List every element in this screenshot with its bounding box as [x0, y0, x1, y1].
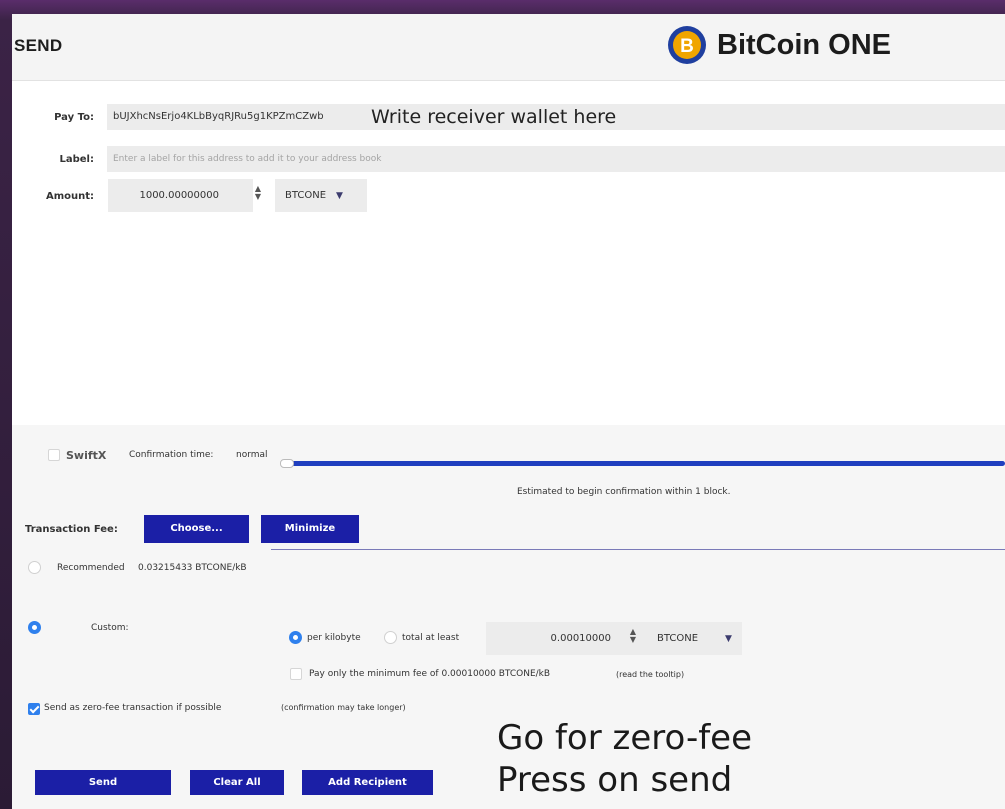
recommended-fee-radio[interactable]: [28, 561, 41, 574]
choose-fee-button[interactable]: Choose...: [144, 515, 249, 543]
swiftx-label: SwiftX: [66, 449, 107, 462]
minimum-fee-note: (read the tooltip): [616, 670, 685, 679]
page-header: SEND B BitCoin ONE: [12, 14, 1005, 81]
brand-name: BitCoin ONE: [717, 28, 891, 61]
fee-divider: [271, 549, 1005, 550]
recipient-form: Pay To: bUJXhcNsErjo4KLbByqRJRu5g1KPZmCZ…: [12, 81, 1005, 425]
custom-fee-radio[interactable]: [28, 621, 41, 634]
custom-fee-unit-value: BTCONE: [657, 633, 699, 644]
amount-unit-value: BTCONE: [285, 190, 327, 201]
pay-to-address: bUJXhcNsErjo4KLbByqRJRu5g1KPZmCZwb: [113, 111, 324, 122]
per-kilobyte-label: per kilobyte: [307, 633, 361, 643]
minimum-fee-checkbox[interactable]: [290, 668, 302, 680]
pay-to-label: Pay To:: [54, 112, 94, 123]
annotation-line-2: Press on send: [497, 760, 733, 800]
custom-fee-stepper-icon[interactable]: ▲ ▼: [628, 628, 638, 648]
send-panel: SEND B BitCoin ONE Pay To: bUJXhcNsErjo4…: [12, 14, 1005, 809]
confirmation-time-value: normal: [236, 450, 268, 460]
amount-label: Amount:: [45, 191, 94, 202]
clear-all-button[interactable]: Clear All: [190, 770, 284, 795]
confirmation-slider-handle[interactable]: [280, 459, 294, 468]
amount-input[interactable]: 1000.00000000: [108, 179, 253, 212]
zero-fee-checkbox[interactable]: [28, 703, 40, 715]
confirmation-slider[interactable]: [286, 461, 1005, 466]
total-at-least-label: total at least: [402, 633, 460, 643]
label-field-label: Label:: [59, 154, 95, 165]
confirmation-time-label: Confirmation time:: [129, 450, 214, 460]
add-recipient-button[interactable]: Add Recipient: [302, 770, 433, 795]
svg-text:B: B: [680, 36, 694, 57]
annotation-line-1: Go for zero-fee: [497, 718, 753, 758]
custom-fee-label: Custom:: [91, 623, 129, 633]
pay-to-hint: Write receiver wallet here: [371, 106, 617, 128]
recommended-fee-value: 0.03215433 BTCONE/kB: [138, 563, 247, 573]
page-title: SEND: [14, 36, 63, 55]
amount-unit-select[interactable]: BTCONE: [275, 179, 367, 212]
zero-fee-note: (confirmation may take longer): [281, 703, 406, 712]
zero-fee-label: Send as zero-fee transaction if possible: [44, 703, 222, 713]
send-button[interactable]: Send: [35, 770, 171, 795]
total-at-least-radio[interactable]: [384, 631, 397, 644]
amount-stepper-icon[interactable]: ▲ ▼: [253, 185, 263, 205]
transaction-fee-label: Transaction Fee:: [25, 524, 118, 535]
label-input[interactable]: Enter a label for this address to add it…: [107, 146, 1005, 172]
recommended-fee-label: Recommended: [57, 563, 125, 573]
custom-fee-input[interactable]: 0.00010000: [486, 622, 647, 655]
minimum-fee-label: Pay only the minimum fee of 0.00010000 B…: [309, 669, 551, 679]
confirmation-estimate: Estimated to begin confirmation within 1…: [517, 487, 731, 497]
swiftx-checkbox[interactable]: [48, 449, 60, 461]
minimize-fee-button[interactable]: Minimize: [261, 515, 359, 543]
chevron-down-icon: ▼: [725, 634, 732, 644]
brand: B BitCoin ONE: [667, 25, 891, 65]
chevron-down-icon: ▼: [336, 191, 343, 201]
per-kilobyte-radio[interactable]: [289, 631, 302, 644]
bitcoin-one-logo-icon: B: [668, 26, 706, 64]
